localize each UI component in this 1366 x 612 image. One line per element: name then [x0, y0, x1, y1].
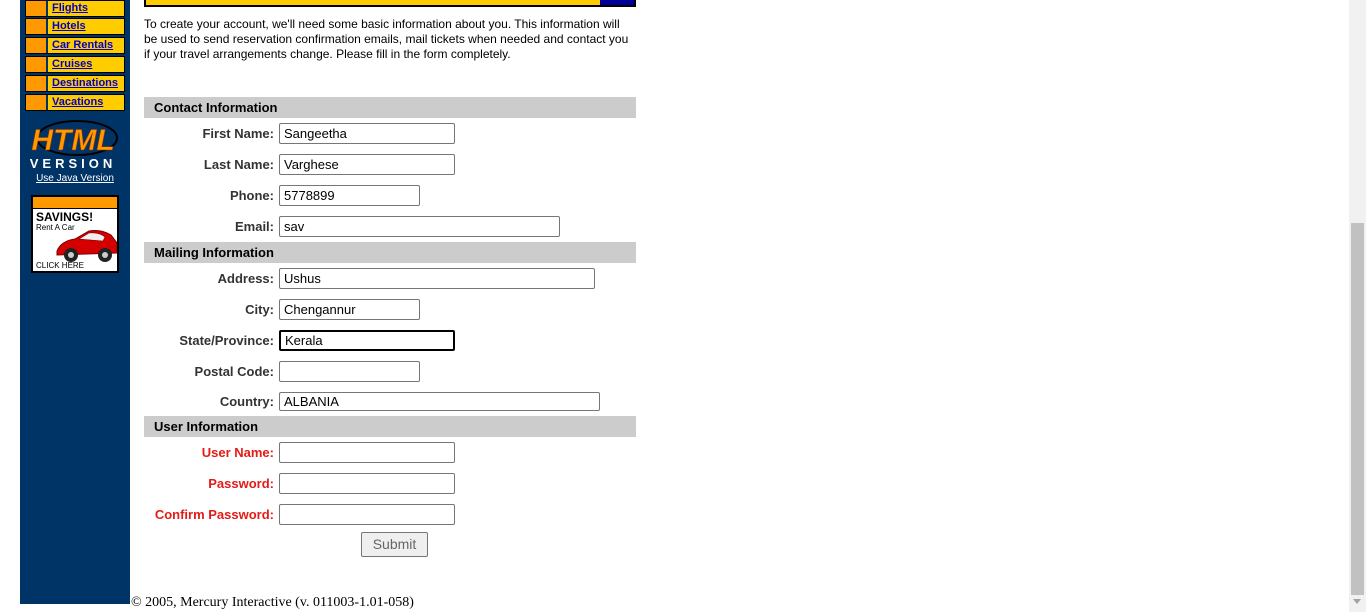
left-sidebar: Flights Hotels Car Rentals Cruises Desti… — [20, 0, 130, 604]
scroll-down-arrow-icon[interactable] — [1353, 599, 1361, 604]
postal-code-field[interactable] — [279, 361, 420, 382]
user-name-label: User Name: — [201, 445, 274, 460]
banner-right-block — [600, 0, 634, 5]
vertical-scrollbar[interactable] — [1349, 0, 1366, 612]
ad-title: SAVINGS! — [36, 210, 94, 224]
last-name-field[interactable] — [279, 154, 455, 175]
email-field[interactable] — [279, 216, 560, 237]
nav-bullet — [26, 19, 48, 34]
sidebar-item-vacations[interactable]: Vacations — [25, 94, 125, 111]
section-mailing-information: Mailing Information — [144, 242, 636, 263]
section-heading: Mailing Information — [154, 245, 274, 260]
nav-bullet — [26, 76, 48, 91]
state-field[interactable] — [279, 330, 455, 351]
logo-html-text: HTML — [31, 124, 114, 157]
top-banner — [144, 0, 636, 7]
scrollbar-thumb[interactable] — [1351, 223, 1364, 595]
city-field[interactable] — [279, 299, 420, 320]
country-select[interactable]: ALBANIA — [279, 392, 600, 411]
sidebar-item-destinations[interactable]: Destinations — [25, 75, 125, 92]
user-name-field[interactable] — [279, 442, 455, 463]
confirm-password-label: Confirm Password: — [154, 507, 274, 522]
sidebar-link-flights[interactable]: Flights — [52, 2, 88, 14]
sidebar-link-vacations[interactable]: Vacations — [52, 96, 103, 108]
sidebar-link-hotels[interactable]: Hotels — [52, 20, 86, 32]
sidebar-item-hotels[interactable]: Hotels — [25, 18, 125, 35]
red-car-icon — [56, 230, 117, 262]
sidebar-item-cruises[interactable]: Cruises — [25, 56, 125, 73]
rent-a-car-ad[interactable]: SAVINGS! Rent A Car CLICK HERE — [31, 195, 119, 273]
copyright-footer: © 2005, Mercury Interactive (v. 011003-1… — [131, 595, 414, 610]
country-selected-value: ALBANIA — [284, 394, 339, 409]
sidebar-link-car-rentals[interactable]: Car Rentals — [52, 39, 113, 51]
password-field[interactable] — [279, 473, 455, 494]
nav-bullet — [26, 95, 48, 110]
city-label: City: — [245, 302, 274, 317]
postal-code-label: Postal Code: — [194, 364, 274, 379]
phone-field[interactable] — [279, 185, 420, 206]
password-label: Password: — [208, 476, 274, 491]
first-name-field[interactable] — [279, 123, 455, 144]
state-label: State/Province: — [179, 333, 274, 348]
address-label: Address: — [217, 271, 274, 286]
html-version-logo: HTML VERSION — [30, 120, 118, 170]
sidebar-link-cruises[interactable]: Cruises — [52, 58, 92, 70]
ad-click-here: CLICK HERE — [36, 261, 85, 270]
email-label: Email: — [234, 219, 274, 234]
section-heading: User Information — [154, 419, 259, 434]
nav-bullet — [26, 1, 48, 16]
sidebar-item-flights[interactable]: Flights — [25, 0, 125, 17]
section-user-information: User Information — [144, 416, 636, 437]
nav-bullet — [26, 57, 48, 72]
section-heading: Contact Information — [154, 100, 278, 115]
address-field[interactable] — [279, 268, 595, 289]
logo-version-text: VERSION — [30, 156, 117, 170]
section-contact-information: Contact Information — [144, 97, 636, 118]
confirm-password-field[interactable] — [279, 504, 455, 525]
sidebar-link-destinations[interactable]: Destinations — [52, 77, 118, 89]
ad-top-stripe — [33, 197, 117, 209]
intro-text: To create your account, we'll need some … — [144, 17, 629, 61]
phone-label: Phone: — [229, 188, 274, 203]
use-java-version-link[interactable]: Use Java Version — [20, 173, 130, 184]
nav-bullet — [26, 38, 48, 53]
sidebar-item-car-rentals[interactable]: Car Rentals — [25, 37, 125, 54]
last-name-label: Last Name: — [203, 157, 274, 172]
first-name-label: First Name: — [202, 126, 274, 141]
submit-button[interactable]: Submit — [361, 532, 428, 557]
country-label: Country: — [219, 394, 274, 409]
